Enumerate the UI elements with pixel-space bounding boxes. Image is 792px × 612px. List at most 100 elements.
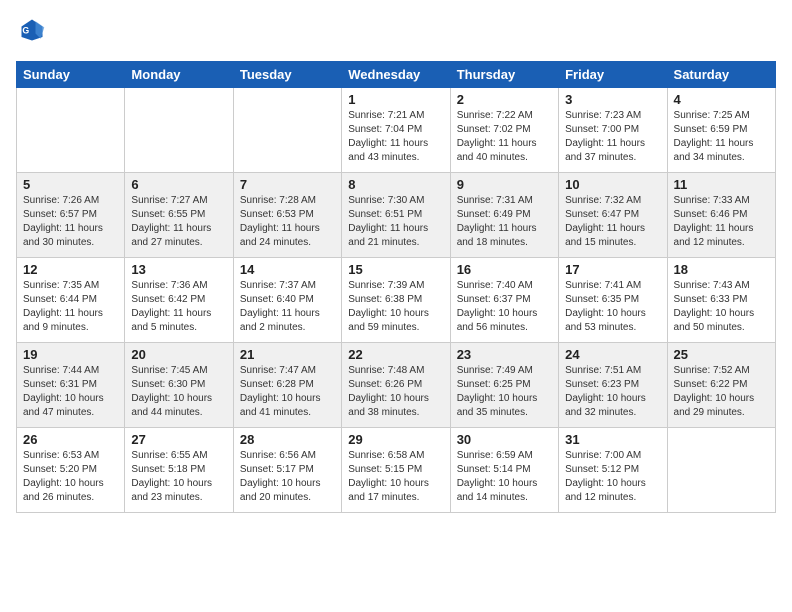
day-info: Sunrise: 7:25 AM Sunset: 6:59 PM Dayligh… <box>674 109 769 165</box>
day-number: 28 <box>240 432 335 447</box>
day-info: Sunrise: 7:48 AM Sunset: 6:26 PM Dayligh… <box>348 364 443 420</box>
day-cell: 7 Sunrise: 7:28 AM Sunset: 6:53 PM Daylig… <box>233 173 341 258</box>
day-number: 29 <box>348 432 443 447</box>
column-header-monday: Monday <box>125 62 233 88</box>
column-header-tuesday: Tuesday <box>233 62 341 88</box>
day-number: 31 <box>565 432 660 447</box>
page-header: G <box>16 16 776 49</box>
day-cell <box>125 88 233 173</box>
calendar-header-row: SundayMondayTuesdayWednesdayThursdayFrid… <box>17 62 776 88</box>
day-info: Sunrise: 7:43 AM Sunset: 6:33 PM Dayligh… <box>674 279 769 335</box>
day-cell: 6 Sunrise: 7:27 AM Sunset: 6:55 PM Daylig… <box>125 173 233 258</box>
day-cell: 25Sunrise: 7:52 AM Sunset: 6:22 PM Dayli… <box>667 343 775 428</box>
day-cell: 21Sunrise: 7:47 AM Sunset: 6:28 PM Dayli… <box>233 343 341 428</box>
day-info: Sunrise: 7:47 AM Sunset: 6:28 PM Dayligh… <box>240 364 335 420</box>
day-number: 19 <box>23 347 118 362</box>
day-info: Sunrise: 7:40 AM Sunset: 6:37 PM Dayligh… <box>457 279 552 335</box>
day-number: 5 <box>23 177 118 192</box>
day-cell: 23 Sunrise: 7:49 AM Sunset: 6:25 PM Dayli… <box>450 343 558 428</box>
day-cell: 24Sunrise: 7:51 AM Sunset: 6:23 PM Dayli… <box>559 343 667 428</box>
day-cell: 3Sunrise: 7:23 AM Sunset: 7:00 PM Daylig… <box>559 88 667 173</box>
day-number: 4 <box>674 92 769 107</box>
day-number: 11 <box>674 177 769 192</box>
day-number: 14 <box>240 262 335 277</box>
day-info: Sunrise: 7:00 AM Sunset: 5:12 PM Dayligh… <box>565 449 660 505</box>
day-cell: 4 Sunrise: 7:25 AM Sunset: 6:59 PM Daylig… <box>667 88 775 173</box>
day-info: Sunrise: 6:59 AM Sunset: 5:14 PM Dayligh… <box>457 449 552 505</box>
day-cell: 26 Sunrise: 6:53 AM Sunset: 5:20 PM Dayli… <box>17 428 125 513</box>
day-info: Sunrise: 7:31 AM Sunset: 6:49 PM Dayligh… <box>457 194 552 250</box>
day-number: 26 <box>23 432 118 447</box>
day-cell: 8 Sunrise: 7:30 AM Sunset: 6:51 PM Daylig… <box>342 173 450 258</box>
day-cell: 2Sunrise: 7:22 AM Sunset: 7:02 PM Daylig… <box>450 88 558 173</box>
calendar-table: SundayMondayTuesdayWednesdayThursdayFrid… <box>16 61 776 513</box>
day-cell: 18 Sunrise: 7:43 AM Sunset: 6:33 PM Dayli… <box>667 258 775 343</box>
day-number: 25 <box>674 347 769 362</box>
day-number: 2 <box>457 92 552 107</box>
day-cell: 29 Sunrise: 6:58 AM Sunset: 5:15 PM Dayli… <box>342 428 450 513</box>
day-info: Sunrise: 6:53 AM Sunset: 5:20 PM Dayligh… <box>23 449 118 505</box>
day-cell: 13Sunrise: 7:36 AM Sunset: 6:42 PM Dayli… <box>125 258 233 343</box>
day-number: 20 <box>131 347 226 362</box>
day-info: Sunrise: 7:39 AM Sunset: 6:38 PM Dayligh… <box>348 279 443 335</box>
day-cell: 31 Sunrise: 7:00 AM Sunset: 5:12 PM Dayli… <box>559 428 667 513</box>
day-info: Sunrise: 7:27 AM Sunset: 6:55 PM Dayligh… <box>131 194 226 250</box>
day-number: 9 <box>457 177 552 192</box>
day-cell: 28 Sunrise: 6:56 AM Sunset: 5:17 PM Dayli… <box>233 428 341 513</box>
day-cell: 12 Sunrise: 7:35 AM Sunset: 6:44 PM Dayli… <box>17 258 125 343</box>
day-info: Sunrise: 6:56 AM Sunset: 5:17 PM Dayligh… <box>240 449 335 505</box>
day-number: 6 <box>131 177 226 192</box>
day-number: 7 <box>240 177 335 192</box>
day-info: Sunrise: 7:36 AM Sunset: 6:42 PM Dayligh… <box>131 279 226 335</box>
day-info: Sunrise: 7:33 AM Sunset: 6:46 PM Dayligh… <box>674 194 769 250</box>
day-cell <box>233 88 341 173</box>
column-header-saturday: Saturday <box>667 62 775 88</box>
day-cell: 16 Sunrise: 7:40 AM Sunset: 6:37 PM Dayli… <box>450 258 558 343</box>
logo: G <box>16 16 50 49</box>
day-info: Sunrise: 7:21 AM Sunset: 7:04 PM Dayligh… <box>348 109 443 165</box>
day-info: Sunrise: 7:44 AM Sunset: 6:31 PM Dayligh… <box>23 364 118 420</box>
week-row-5: 26 Sunrise: 6:53 AM Sunset: 5:20 PM Dayli… <box>17 428 776 513</box>
svg-text:G: G <box>22 26 29 36</box>
day-info: Sunrise: 7:37 AM Sunset: 6:40 PM Dayligh… <box>240 279 335 335</box>
day-number: 10 <box>565 177 660 192</box>
day-cell: 17 Sunrise: 7:41 AM Sunset: 6:35 PM Dayli… <box>559 258 667 343</box>
day-cell: 20 Sunrise: 7:45 AM Sunset: 6:30 PM Dayli… <box>125 343 233 428</box>
day-cell: 9 Sunrise: 7:31 AM Sunset: 6:49 PM Daylig… <box>450 173 558 258</box>
day-number: 18 <box>674 262 769 277</box>
day-number: 16 <box>457 262 552 277</box>
day-info: Sunrise: 7:51 AM Sunset: 6:23 PM Dayligh… <box>565 364 660 420</box>
day-cell: 22 Sunrise: 7:48 AM Sunset: 6:26 PM Dayli… <box>342 343 450 428</box>
day-cell: 5 Sunrise: 7:26 AM Sunset: 6:57 PM Daylig… <box>17 173 125 258</box>
day-info: Sunrise: 7:32 AM Sunset: 6:47 PM Dayligh… <box>565 194 660 250</box>
day-number: 8 <box>348 177 443 192</box>
day-info: Sunrise: 7:30 AM Sunset: 6:51 PM Dayligh… <box>348 194 443 250</box>
day-info: Sunrise: 7:28 AM Sunset: 6:53 PM Dayligh… <box>240 194 335 250</box>
day-cell: 15 Sunrise: 7:39 AM Sunset: 6:38 PM Dayli… <box>342 258 450 343</box>
day-cell: 27Sunrise: 6:55 AM Sunset: 5:18 PM Dayli… <box>125 428 233 513</box>
day-cell: 19 Sunrise: 7:44 AM Sunset: 6:31 PM Dayli… <box>17 343 125 428</box>
day-info: Sunrise: 7:49 AM Sunset: 6:25 PM Dayligh… <box>457 364 552 420</box>
day-cell: 1Sunrise: 7:21 AM Sunset: 7:04 PM Daylig… <box>342 88 450 173</box>
day-number: 22 <box>348 347 443 362</box>
day-cell: 10 Sunrise: 7:32 AM Sunset: 6:47 PM Dayli… <box>559 173 667 258</box>
day-number: 17 <box>565 262 660 277</box>
week-row-1: 1Sunrise: 7:21 AM Sunset: 7:04 PM Daylig… <box>17 88 776 173</box>
day-number: 15 <box>348 262 443 277</box>
day-info: Sunrise: 7:45 AM Sunset: 6:30 PM Dayligh… <box>131 364 226 420</box>
day-info: Sunrise: 7:41 AM Sunset: 6:35 PM Dayligh… <box>565 279 660 335</box>
day-number: 12 <box>23 262 118 277</box>
day-cell: 11 Sunrise: 7:33 AM Sunset: 6:46 PM Dayli… <box>667 173 775 258</box>
day-info: Sunrise: 7:26 AM Sunset: 6:57 PM Dayligh… <box>23 194 118 250</box>
week-row-3: 12 Sunrise: 7:35 AM Sunset: 6:44 PM Dayli… <box>17 258 776 343</box>
day-number: 27 <box>131 432 226 447</box>
week-row-4: 19 Sunrise: 7:44 AM Sunset: 6:31 PM Dayli… <box>17 343 776 428</box>
column-header-friday: Friday <box>559 62 667 88</box>
day-number: 23 <box>457 347 552 362</box>
column-header-wednesday: Wednesday <box>342 62 450 88</box>
day-info: Sunrise: 6:58 AM Sunset: 5:15 PM Dayligh… <box>348 449 443 505</box>
logo-icon: G <box>18 16 46 44</box>
day-info: Sunrise: 7:35 AM Sunset: 6:44 PM Dayligh… <box>23 279 118 335</box>
column-header-thursday: Thursday <box>450 62 558 88</box>
week-row-2: 5 Sunrise: 7:26 AM Sunset: 6:57 PM Daylig… <box>17 173 776 258</box>
